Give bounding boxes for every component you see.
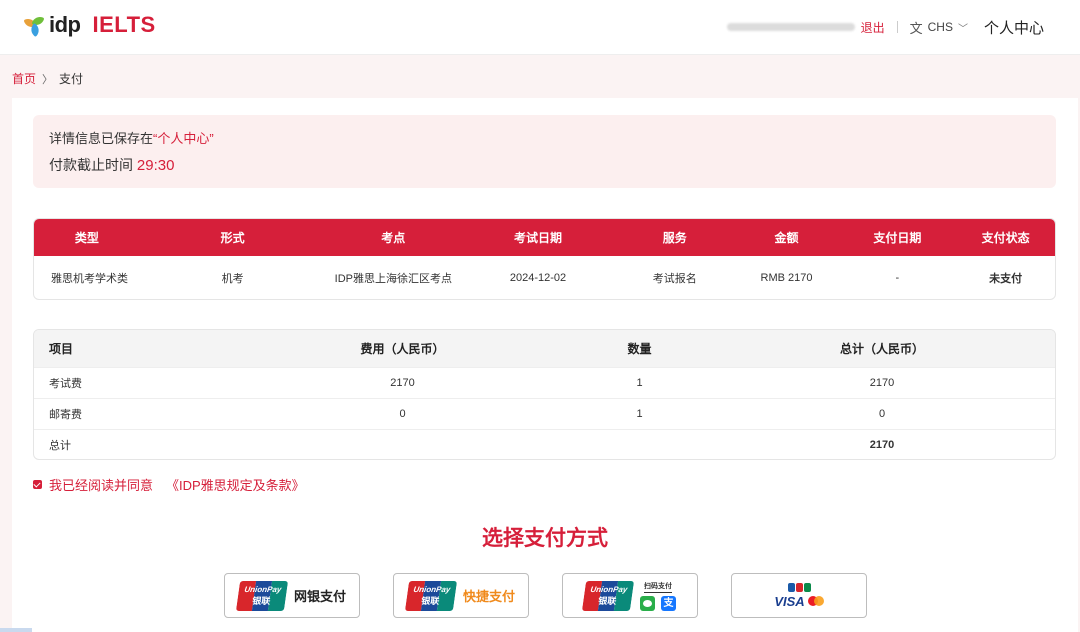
logout-link[interactable]: 退出 <box>861 19 885 36</box>
scrollbar-hint <box>0 628 32 632</box>
col-venue: 考点 <box>381 231 406 245</box>
col-pay-status: 支付状态 <box>981 231 1030 245</box>
translate-icon: 文 <box>909 20 923 36</box>
terms-text: 我已经阅读并同意 <box>49 478 154 493</box>
online-banking-label: 网银支付 <box>293 589 346 604</box>
cell-pay-date: - <box>895 272 900 284</box>
cell-format: 机考 <box>221 273 244 285</box>
payment-method-title: 选择支付方式 <box>482 527 608 550</box>
header-actions: 退出 文 CHS ﹀ 个人中心 <box>726 17 1044 38</box>
top-header: idp IELTS 退出 文 CHS ﹀ 个人中心 <box>0 0 1080 55</box>
col-pay-date: 支付日期 <box>873 231 922 245</box>
table-row: 邮寄费 0 1 0 <box>34 398 1055 429</box>
card-pay-button[interactable]: VISA <box>731 573 867 618</box>
col-quantity: 数量 <box>627 342 652 356</box>
cell-total: 0 <box>878 408 886 420</box>
language-selector[interactable]: 文 CHS ﹀ <box>910 18 968 37</box>
col-total: 总计（人民币） <box>839 342 924 356</box>
fee-table-header: 项目 费用（人民币） 数量 总计（人民币） <box>34 330 1055 367</box>
cell-venue: IDP雅思上海徐汇区考点 <box>334 273 452 285</box>
idp-ielts-logo[interactable]: idp IELTS <box>23 12 156 38</box>
table-row: 考试费 2170 1 2170 <box>34 367 1055 398</box>
breadcrumb: 首页 〉 支付 <box>12 70 83 87</box>
wechat-pay-icon <box>640 595 655 611</box>
divider <box>896 21 898 33</box>
status-badge: 未支付 <box>989 273 1023 285</box>
user-center-mention[interactable]: “个人中心” <box>153 131 214 146</box>
col-fee: 费用（人民币） <box>360 342 445 356</box>
col-amount: 金额 <box>774 231 799 245</box>
logo-idp-text: idp <box>49 12 81 37</box>
cell-type: 雅思机考学术类 <box>51 273 128 285</box>
scan-pay-box: 扫码支付 支 <box>640 581 676 611</box>
chevron-right-icon: 〉 <box>42 73 54 86</box>
breadcrumb-home[interactable]: 首页 <box>12 70 36 87</box>
cell-item: 考试费 <box>49 378 82 390</box>
saved-notice: 详情信息已保存在“个人中心” <box>49 129 1040 149</box>
language-label: CHS <box>927 20 953 34</box>
mastercard-icon <box>807 596 824 606</box>
visa-label: VISA <box>774 593 805 609</box>
unionpay-logo-icon: UnionPay 银联 <box>404 580 458 611</box>
terms-checkbox[interactable] <box>33 480 42 489</box>
cell-service: 考试报名 <box>652 273 697 285</box>
col-item: 项目 <box>49 342 74 356</box>
deadline-label: 付款截止时间 <box>49 157 133 173</box>
order-table-header: 类型 形式 考点 考试日期 服务 金额 支付日期 支付状态 <box>34 219 1055 256</box>
col-exam-date: 考试日期 <box>514 231 563 245</box>
table-row-total: 总计 2170 <box>34 429 1055 459</box>
logo-ielts-text: IELTS <box>92 12 156 37</box>
info-notice: 详情信息已保存在“个人中心” 付款截止时间 29:30 <box>33 115 1056 188</box>
col-service: 服务 <box>662 231 687 245</box>
cell-quantity: 1 <box>636 377 643 389</box>
total-label: 总计 <box>49 440 71 452</box>
blurred-email <box>726 23 855 31</box>
table-row: 雅思机考学术类 机考 IDP雅思上海徐汇区考点 2024-12-02 考试报名 … <box>34 256 1055 299</box>
scan-pay-label: 扫码支付 <box>644 581 672 593</box>
unionpay-logo-icon: UnionPay 银联 <box>235 580 289 611</box>
terms-link[interactable]: 《IDP雅思规定及条款》 <box>166 475 305 494</box>
jcb-icon <box>787 582 811 592</box>
col-type: 类型 <box>74 231 99 245</box>
saved-text: 详情信息已保存在 <box>49 131 154 146</box>
scan-pay-button[interactable]: UnionPay 银联 扫码支付 支 <box>562 573 698 618</box>
alipay-icon: 支 <box>661 595 676 611</box>
terms-agreement: 我已经阅读并同意 《IDP雅思规定及条款》 <box>33 475 305 494</box>
online-banking-button[interactable]: UnionPay 银联 网银支付 <box>224 573 360 618</box>
cell-quantity: 1 <box>636 408 643 420</box>
cell-fee: 0 <box>399 408 406 420</box>
breadcrumb-current: 支付 <box>59 72 84 86</box>
total-value: 2170 <box>869 439 895 451</box>
cell-total: 2170 <box>869 377 895 389</box>
idp-logo-icon <box>23 14 45 38</box>
deadline-notice: 付款截止时间 29:30 <box>49 155 1040 176</box>
fee-table: 项目 费用（人民币） 数量 总计（人民币） 考试费 2170 1 2170 邮寄… <box>33 329 1056 460</box>
user-center-link[interactable]: 个人中心 <box>984 17 1044 38</box>
unionpay-logo-icon: UnionPay 银联 <box>581 580 635 611</box>
payment-options: UnionPay 银联 网银支付 UnionPay 银联 快捷支付 UnionP… <box>224 573 867 618</box>
cell-item: 邮寄费 <box>49 409 82 421</box>
order-table: 类型 形式 考点 考试日期 服务 金额 支付日期 支付状态 雅思机考学术类 机考… <box>33 218 1056 300</box>
quick-pay-label: 快捷支付 <box>462 589 515 604</box>
quick-pay-button[interactable]: UnionPay 银联 快捷支付 <box>393 573 529 618</box>
cell-exam-date: 2024-12-02 <box>509 272 567 284</box>
deadline-countdown: 29:30 <box>136 157 175 174</box>
cell-fee: 2170 <box>390 377 415 389</box>
payment-main-card: 详情信息已保存在“个人中心” 付款截止时间 29:30 类型 形式 考点 考试日… <box>12 98 1078 632</box>
chevron-down-icon: ﹀ <box>957 23 968 35</box>
cell-amount: RMB 2170 <box>760 272 813 284</box>
col-format: 形式 <box>220 231 245 245</box>
card-brands: VISA <box>774 582 824 609</box>
